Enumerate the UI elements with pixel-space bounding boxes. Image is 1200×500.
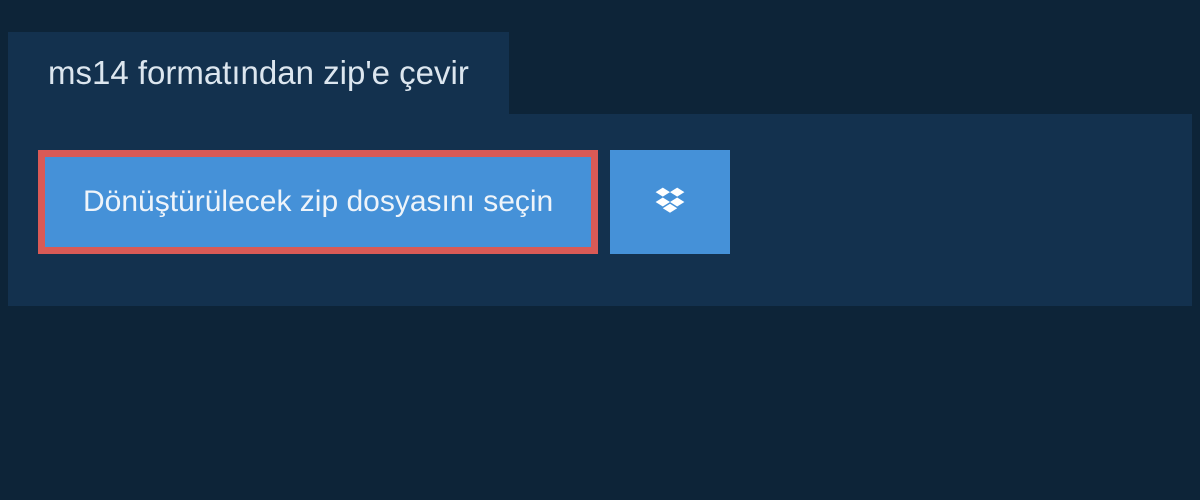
select-file-button[interactable]: Dönüştürülecek zip dosyasını seçin: [38, 150, 598, 254]
header-tab: ms14 formatından zip'e çevir: [8, 32, 509, 114]
page-title: ms14 formatından zip'e çevir: [48, 54, 469, 92]
main-panel: Dönüştürülecek zip dosyasını seçin: [8, 114, 1192, 306]
dropbox-icon: [652, 184, 688, 220]
button-row: Dönüştürülecek zip dosyasını seçin: [38, 150, 1162, 254]
select-file-button-label: Dönüştürülecek zip dosyasını seçin: [83, 185, 553, 219]
dropbox-button[interactable]: [610, 150, 730, 254]
